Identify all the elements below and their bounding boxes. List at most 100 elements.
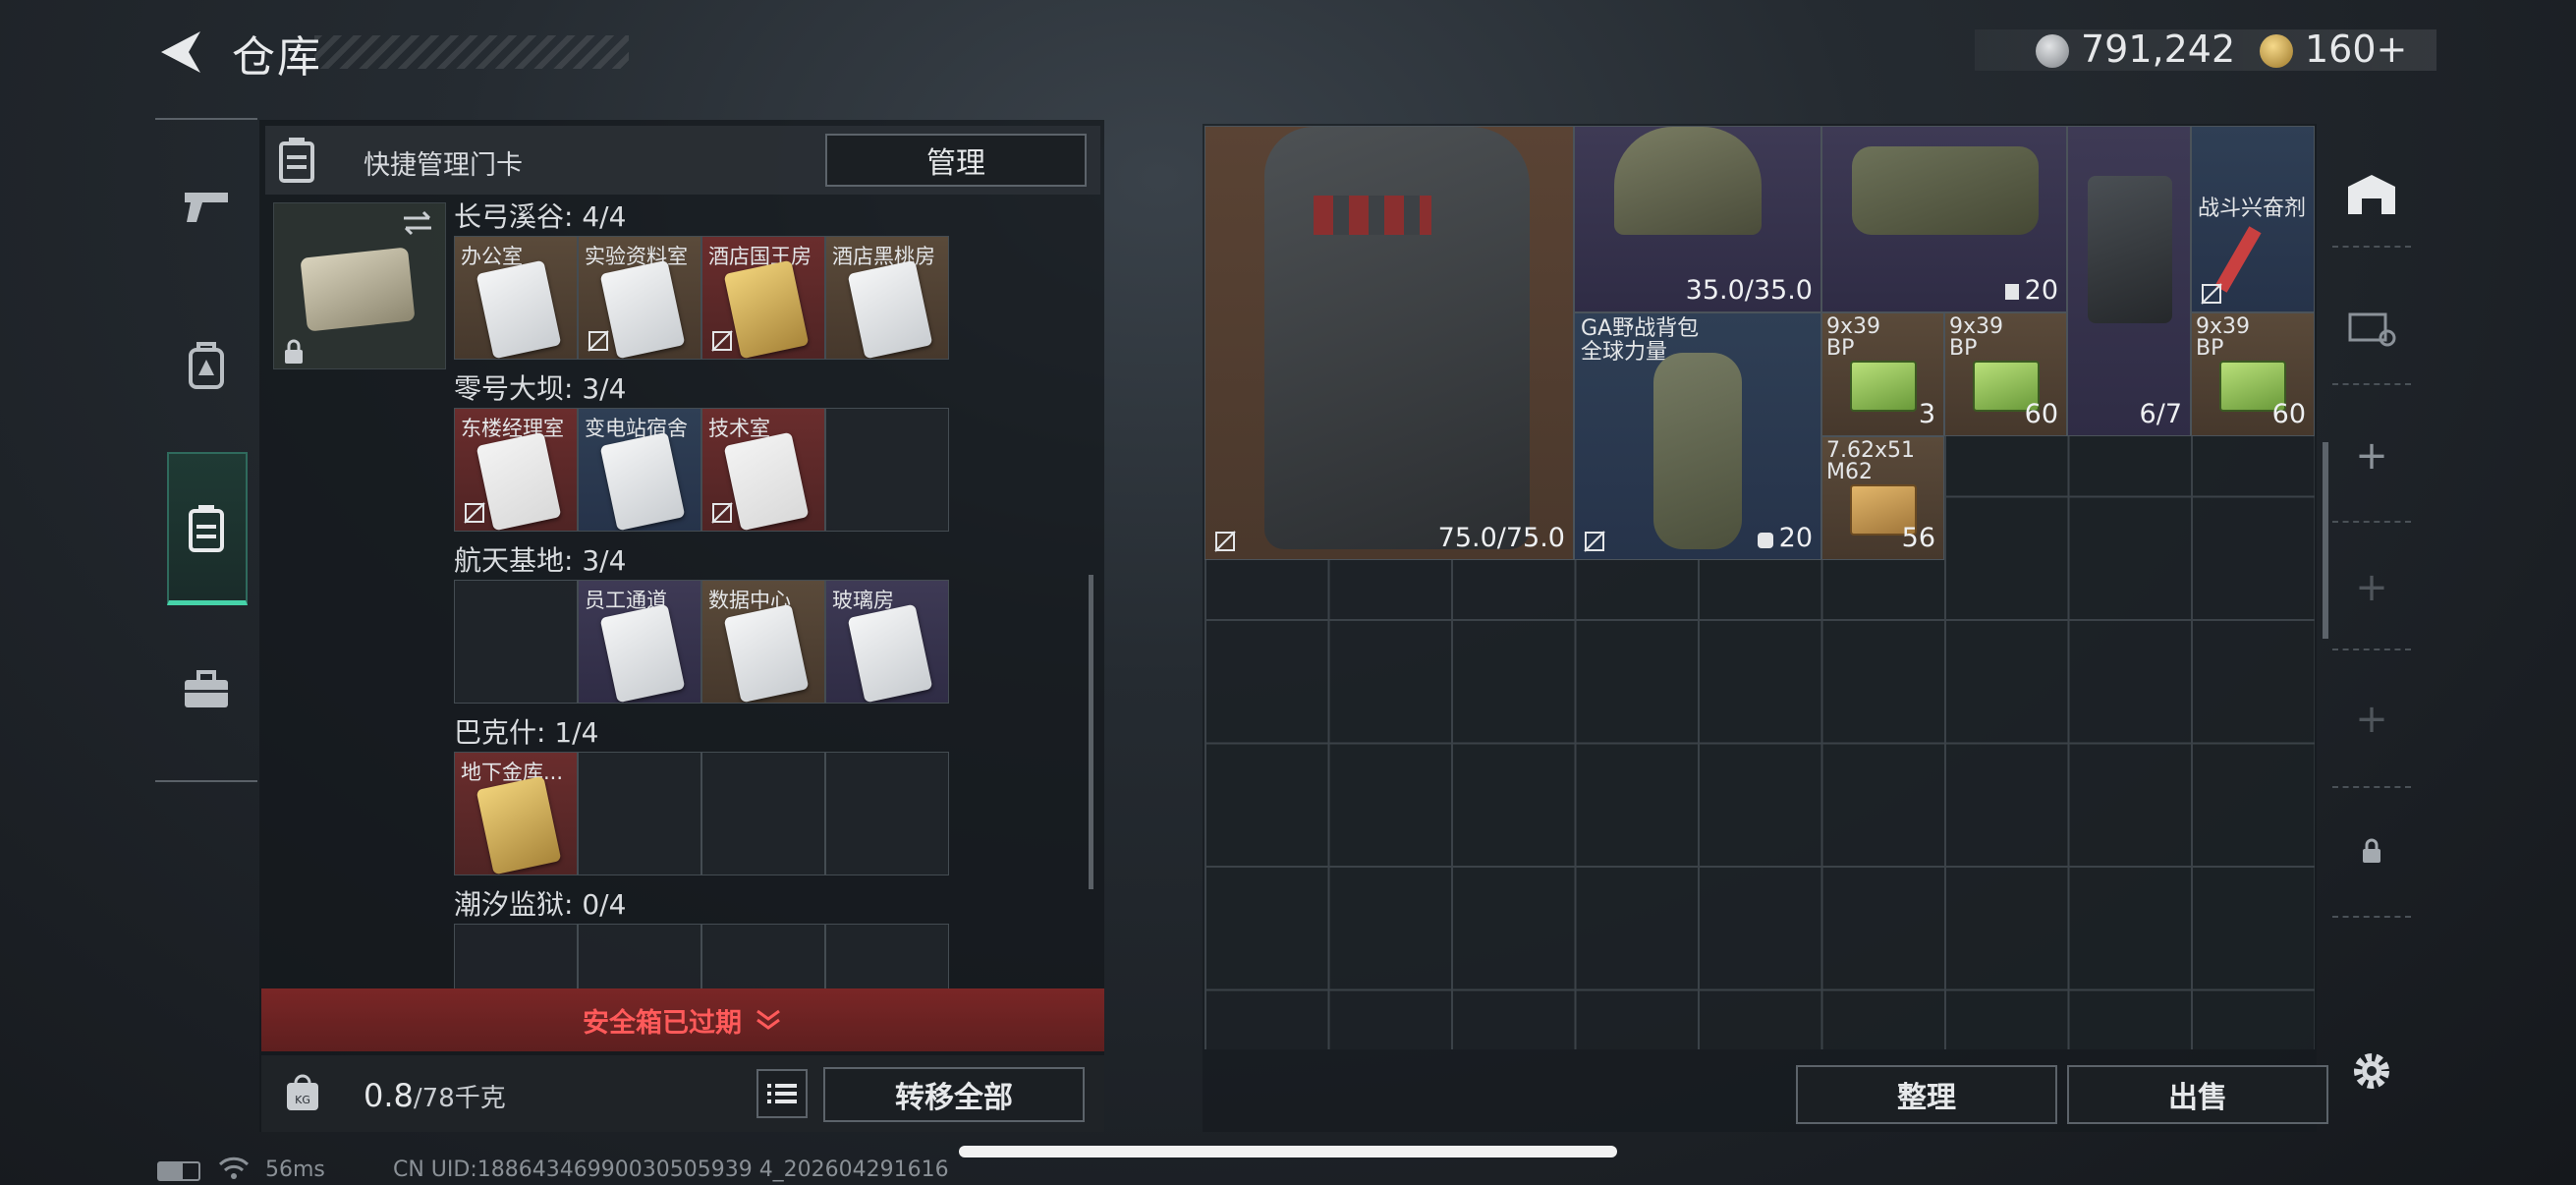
keycard-scrollbar[interactable]: [1089, 575, 1093, 889]
plus-icon: +: [2355, 697, 2388, 742]
keycard-image: [476, 259, 562, 359]
keycard-cell[interactable]: [454, 580, 578, 704]
inventory-item-ammo[interactable]: 7.62x51 M62 56: [1821, 436, 1944, 560]
add-slot-button[interactable]: +: [2332, 548, 2411, 627]
no-trade-icon: [1214, 531, 1236, 552]
add-slot-button[interactable]: +: [2332, 680, 2411, 759]
keycard-slot[interactable]: [273, 202, 446, 369]
divider: [2332, 521, 2411, 523]
inventory-scrollbar[interactable]: [2323, 442, 2328, 639]
add-slot-button[interactable]: +: [2332, 417, 2411, 495]
keycard-cell[interactable]: 数据中心: [701, 580, 825, 704]
divider: [2332, 649, 2411, 650]
keycard-cell[interactable]: [825, 408, 949, 532]
ammo-type: BP: [1826, 336, 1855, 361]
keycard-cell[interactable]: [454, 924, 578, 988]
ammo-type: BP: [1949, 336, 1978, 361]
ammo-type: BP: [2196, 336, 2224, 361]
toolbox-icon: [185, 670, 228, 707]
inventory-item-ammo[interactable]: 9x39 BP 60: [2191, 312, 2315, 436]
keycard-grid: 东楼经理室 变电站宿舍 技术室: [454, 408, 949, 532]
keycard-cell[interactable]: 办公室: [454, 236, 578, 360]
inventory-item-ammo[interactable]: 9x39 BP 3: [1821, 312, 1944, 436]
gold-coin-icon: [2260, 34, 2293, 68]
home-indicator[interactable]: [959, 1146, 1617, 1157]
keycard-image: [599, 259, 686, 359]
keycard-image: [847, 259, 933, 359]
section-title-prison: 潮汐监狱: 0/4: [454, 888, 627, 921]
sell-button[interactable]: 出售: [2067, 1065, 2328, 1124]
keycard-image: [476, 775, 562, 875]
back-arrow-icon[interactable]: [157, 28, 206, 77]
inventory-item-stim[interactable]: 战斗兴奋剂: [2191, 126, 2315, 312]
keycard-image: [723, 603, 810, 703]
inventory-item-helmet[interactable]: 35.0/35.0: [1574, 126, 1821, 312]
inventory-item-ticket-case[interactable]: 6/7: [2067, 126, 2191, 436]
backpack-name-line2: 全球力量: [1581, 340, 1668, 365]
uid-text: CN UID:18864346990030505939 4_2026042916…: [393, 1157, 949, 1182]
sort-button[interactable]: 整理: [1796, 1065, 2057, 1124]
keycard-cell[interactable]: 酒店国王房: [701, 236, 825, 360]
weight-display: 0.8/78千克: [364, 1077, 506, 1114]
transfer-all-button[interactable]: 转移全部: [823, 1067, 1085, 1122]
chest-rig-image: [1852, 146, 2039, 235]
inventory-item-backpack[interactable]: GA野战背包 全球力量 20: [1574, 312, 1821, 560]
nav-keycards[interactable]: [165, 487, 248, 570]
keycard-icon: [189, 505, 224, 552]
keycard-cell[interactable]: 技术室: [701, 408, 825, 532]
lock-icon: [2363, 838, 2380, 863]
settings-button[interactable]: [2332, 1032, 2411, 1110]
section-title-changgong: 长弓溪谷: 4/4: [454, 200, 627, 233]
stim-name: 战斗兴奋剂: [2198, 197, 2307, 221]
no-trade-icon: [711, 330, 733, 352]
lock-icon: [285, 339, 303, 364]
keycard-grid: [454, 924, 949, 988]
keycard-cell[interactable]: [701, 752, 825, 875]
keycard-cell[interactable]: [578, 924, 701, 988]
extension-tool-button[interactable]: [2332, 285, 2411, 364]
ticket-case-count: 6/7: [2139, 399, 2182, 429]
silver-coin-icon: [2036, 34, 2069, 68]
keycard-cell[interactable]: [825, 924, 949, 988]
extension-icon: [2348, 312, 2396, 347]
title-decoration: [314, 35, 629, 69]
keycard-cell[interactable]: 实验资料室: [578, 236, 701, 360]
keycard-cell[interactable]: 酒店黑桃房: [825, 236, 949, 360]
backpack-slot-icon: [1757, 532, 1773, 548]
chevron-double-down-icon: [756, 1009, 780, 1030]
safebox-expired-banner[interactable]: 安全箱已过期: [261, 988, 1104, 1051]
keycard-cell[interactable]: [701, 924, 825, 988]
keycard-cell[interactable]: 员工通道: [578, 580, 701, 704]
rig-slot-icon: [2004, 283, 2019, 300]
no-trade-icon: [588, 330, 609, 352]
keycard-cell[interactable]: 变电站宿舍: [578, 408, 701, 532]
no-trade-icon: [2201, 283, 2222, 305]
keycard-cell[interactable]: 地下金库...: [454, 752, 578, 875]
swap-icon[interactable]: [400, 209, 435, 237]
gear-icon: [2354, 1053, 2389, 1089]
inventory-item-ammo[interactable]: 9x39 BP 60: [1944, 312, 2067, 436]
plus-icon: +: [2355, 565, 2388, 610]
storage-tool-button[interactable]: [2332, 155, 2411, 234]
keycard-cell[interactable]: 东楼经理室: [454, 408, 578, 532]
no-trade-icon: [711, 502, 733, 524]
gold-currency-amount[interactable]: 160+: [2305, 28, 2407, 71]
keycard-image: [476, 431, 562, 531]
keycard-cell[interactable]: 玻璃房: [825, 580, 949, 704]
ammo-count: 3: [1918, 399, 1935, 429]
manage-button[interactable]: 管理: [825, 134, 1087, 187]
keycard-cell[interactable]: [825, 752, 949, 875]
storage-icon: [2348, 175, 2395, 214]
backpack-count: 20: [1778, 523, 1813, 553]
inventory-item-vest[interactable]: 75.0/75.0: [1204, 126, 1574, 560]
inventory-item-chest-rig[interactable]: 20: [1821, 126, 2067, 312]
vest-pattern: [1314, 196, 1431, 235]
nav-weapons[interactable]: [165, 165, 248, 248]
nav-toolbox[interactable]: [165, 649, 248, 731]
keycard-image: [723, 259, 810, 359]
weight-value: 0.8: [364, 1077, 414, 1114]
ammo-count: 60: [2024, 399, 2058, 429]
list-view-button[interactable]: [756, 1069, 808, 1118]
nav-backpack[interactable]: [165, 324, 248, 407]
keycard-cell[interactable]: [578, 752, 701, 875]
